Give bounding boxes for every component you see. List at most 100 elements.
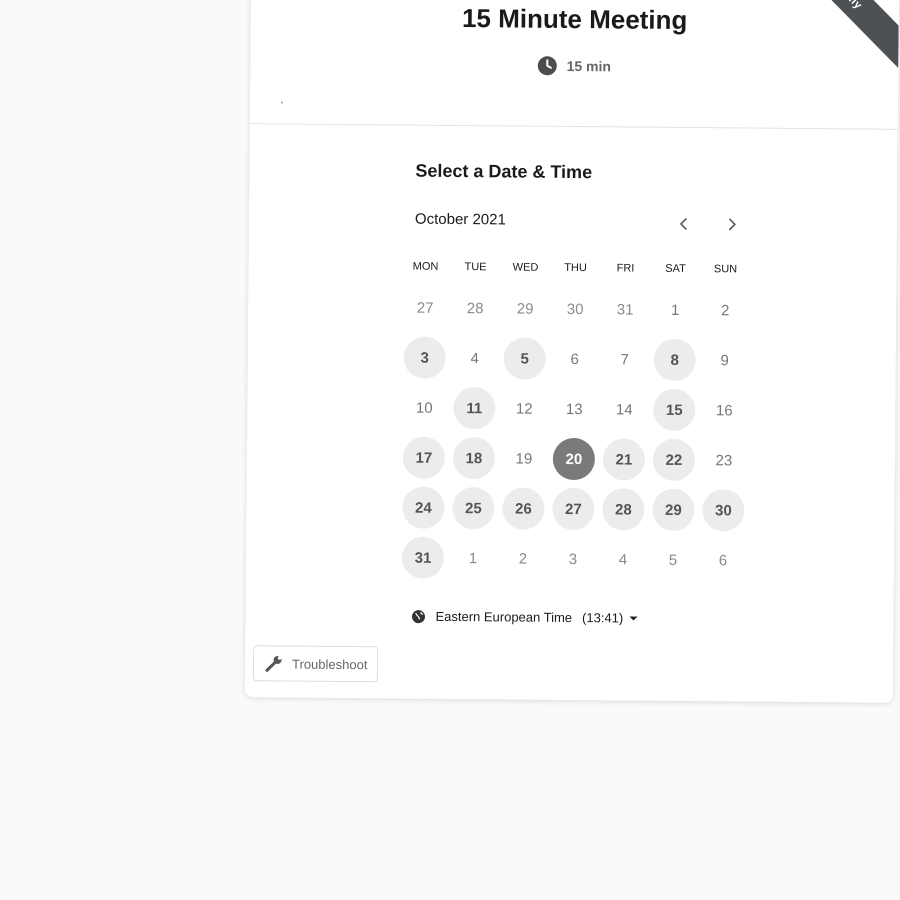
calendar-day-number: 7 [620,350,629,368]
calendar-day-number: 29 [652,488,695,532]
calendar-day: 4 [598,534,648,584]
calendar-day-number: 4 [470,349,479,367]
calendar-day: 29 [500,283,550,333]
calendar-day-number: 2 [720,301,730,319]
next-month-button[interactable] [719,211,745,237]
calendar-day[interactable]: 3 [400,332,450,382]
previous-month-button[interactable] [671,211,697,237]
calendar-day-number: 30 [702,489,745,532]
calendar-day: 3 [548,534,598,584]
calendar-day: 1 [650,285,700,335]
weekday-wed: WED [512,261,539,274]
calendar-day-number: 16 [715,401,733,419]
calendar-day: 27 [400,283,450,333]
calendar-day-number: 1 [670,301,680,319]
calendar-day-number: 10 [415,399,433,417]
calendar-day-number: 27 [552,487,595,531]
calendar-day: 2 [498,533,548,583]
weekday-header: MON TUE WED THU FRI SAT SUN [400,255,750,282]
wrench-icon [264,653,284,673]
calendar-day[interactable]: 30 [698,485,748,535]
caret-down-icon [629,616,638,621]
calendar-day[interactable]: 25 [448,483,498,533]
calendar-day-number: 24 [402,486,445,529]
calendar-day-number: 3 [568,550,578,568]
calendar-day-number: 26 [502,487,545,530]
calendar-day: 9 [700,335,750,385]
weekday-mon: MON [412,260,439,273]
calendar-day-number: 30 [566,300,584,318]
section-divider [249,123,898,130]
calendar-days: 27 28 29 30 31 1 2 3 4 5 6 7 8 9 10 11 12 13 14 15 16 17 18 19 2… [398,283,751,586]
month-label: October 2021 [414,210,506,229]
calendar-day-number: 11 [453,386,496,430]
calendar-day-number: 6 [570,350,579,368]
weekday-thu: THU [564,261,587,275]
calendar-day[interactable]: 17 [399,432,449,482]
calendar-day-selected[interactable]: 20 [549,434,599,484]
calendar-day-number: 19 [515,450,533,468]
calendar-day: 14 [599,384,649,434]
calendar-day-number: 21 [602,438,646,481]
calendar-day[interactable]: 26 [498,483,548,533]
calendar-day-number: 31 [401,536,445,579]
calendar-day-number: 8 [653,338,696,382]
calendar-day: 6 [550,334,600,384]
calendar-day[interactable]: 11 [449,383,499,433]
chevron-right-icon [729,218,736,231]
calendar-day: 10 [399,382,449,432]
calendar-day: 12 [499,383,549,433]
decorative-dot [280,101,283,104]
calendar-day-number: 6 [718,551,728,569]
calendar-day: 28 [450,283,500,333]
calendar-day-number: 29 [516,300,534,318]
calendar-day[interactable]: 27 [548,484,598,534]
timezone-label: Eastern European Time [435,608,573,626]
calendar-day[interactable]: 15 [649,385,699,435]
weekday-tue: TUE [464,261,487,274]
globe-icon [411,609,425,623]
calendar-day[interactable]: 21 [599,434,649,484]
calendar-day[interactable]: 18 [449,433,499,483]
calendar-day-number: 22 [652,438,696,482]
calendar-day: 1 [448,533,498,583]
month-navigation: October 2021 [415,211,745,238]
calendar-day: 23 [699,435,749,485]
calendar-day[interactable]: 5 [500,333,550,383]
calendar-day: 2 [700,285,750,335]
calendar-day-number: 23 [715,451,733,469]
calendar-day[interactable]: 8 [650,335,700,385]
weekday-sat: SAT [665,262,686,275]
calendar-day-number: 17 [402,436,446,479]
calendar-day-number: 28 [466,299,484,317]
troubleshoot-label: Troubleshoot [292,656,368,672]
calendar-day: 4 [450,333,500,383]
calendar-day-number: 15 [653,388,696,432]
calendar-day-number: 31 [616,300,634,319]
calendar-day[interactable]: 31 [398,532,448,582]
section-title: Select a Date & Time [415,160,593,183]
calendar-day-number: 4 [618,550,628,568]
calendar-day-number: 27 [416,299,434,317]
timezone-time: (13:41) [582,610,624,626]
calendar-day-number: 28 [602,488,645,531]
calendar-day[interactable]: 24 [398,482,448,532]
calendar-day-number: 3 [403,336,446,379]
calendar-day-number: 1 [468,549,478,567]
weekday-fri: FRI [616,262,635,275]
duration-label: 15 min [566,57,612,75]
calendar-day[interactable]: 22 [649,435,699,485]
calendar-day: 31 [600,284,650,334]
calendar-day-number: 13 [565,400,583,418]
calendar-day[interactable]: 29 [648,485,698,535]
calendar-day[interactable]: 28 [598,484,648,534]
timezone-selector[interactable]: Eastern European Time (13:41) [411,608,638,626]
calendar-day-number: 14 [615,400,633,419]
calendar: MON TUE WED THU FRI SAT SUN 27 28 29 30 31 1 2… [398,255,751,586]
troubleshoot-button[interactable]: Troubleshoot [252,645,379,683]
clock-icon [538,56,558,76]
calendar-day-number: 9 [720,351,729,369]
calendar-day-number: 12 [515,400,533,418]
chevron-left-icon [680,218,687,230]
calendar-day-number: 5 [668,551,678,569]
